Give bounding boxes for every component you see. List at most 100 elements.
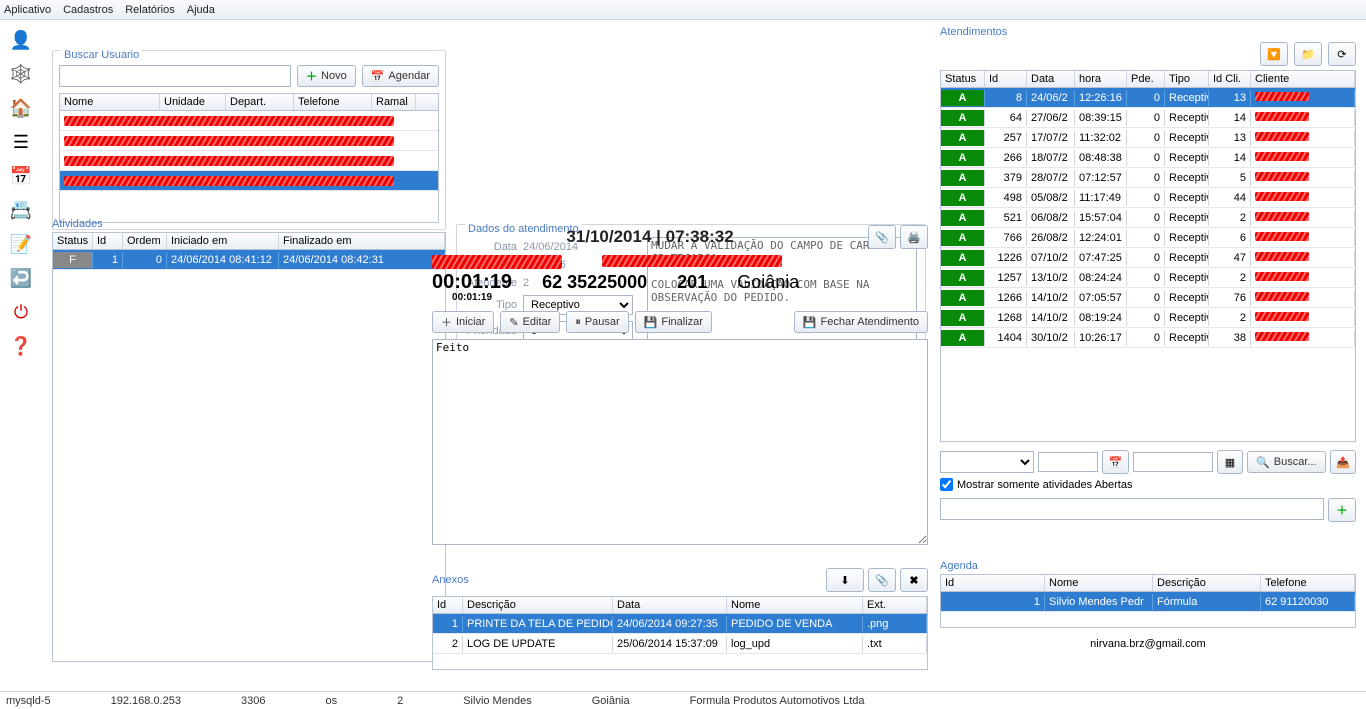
col-tdata[interactable]: Data [1027, 71, 1075, 87]
col-gid[interactable]: Id [941, 575, 1045, 591]
f-ip: 192.168.0.253 [111, 695, 181, 707]
col-tstatus[interactable]: Status [941, 71, 985, 87]
anexo-row[interactable]: 1PRINTE DA TELA DE PEDIDO24/06/2014 09:2… [433, 614, 927, 634]
notes-textarea[interactable] [432, 339, 928, 545]
col-tpde[interactable]: Pde. [1127, 71, 1165, 87]
city: Goiânia [737, 272, 799, 293]
col-ramal[interactable]: Ramal [372, 94, 416, 110]
user-add-icon[interactable]: 👤 [7, 26, 35, 54]
agenda-row[interactable]: 1 Silvio Mendes Pedr Fórmula 62 91120030 [941, 592, 1355, 612]
col-tcliente[interactable]: Cliente [1251, 71, 1355, 87]
contact-icon[interactable]: 📇 [7, 196, 35, 224]
col-telefone[interactable]: Telefone [294, 94, 372, 110]
clip-icon[interactable]: 📎 [868, 225, 896, 249]
col-unidade[interactable]: Unidade [160, 94, 226, 110]
user-row[interactable] [60, 171, 438, 191]
col-gdesc[interactable]: Descrição [1153, 575, 1261, 591]
note-icon[interactable]: 📝 [7, 230, 35, 258]
user-row[interactable] [60, 151, 438, 171]
atend-row[interactable]: A49805/08/211:17:490Receptiv44 [941, 188, 1355, 208]
finalizar-button[interactable]: 💾Finalizar [635, 311, 712, 333]
col-ordem[interactable]: Ordem [123, 233, 167, 249]
fechar-button[interactable]: 💾Fechar Atendimento [794, 311, 928, 333]
col-depart[interactable]: Depart. [226, 94, 294, 110]
anexo-row[interactable]: 2LOG DE UPDATE25/06/2014 15:37:09log_upd… [433, 634, 927, 654]
status-bar: mysqld-5 192.168.0.253 3306 os 2 Silvio … [0, 691, 1366, 709]
menu-ajuda[interactable]: Ajuda [187, 4, 215, 16]
atend-title: Atendimentos [940, 26, 1356, 38]
atend-row[interactable]: A6427/06/208:39:150Receptiv14 [941, 108, 1355, 128]
caller-email [602, 255, 782, 267]
atend-row[interactable]: A126614/10/207:05:570Receptiv76 [941, 288, 1355, 308]
iniciar-button[interactable]: ＋Iniciar [432, 311, 494, 333]
calendar-icon[interactable]: 📅 [7, 162, 35, 190]
print-icon[interactable]: 🖨️ [900, 225, 928, 249]
col-thora[interactable]: hora [1075, 71, 1127, 87]
atend-row[interactable]: A125713/10/208:24:240Receptiv2 [941, 268, 1355, 288]
atend-row[interactable]: A52106/08/215:57:040Receptiv2 [941, 208, 1355, 228]
col-adesc[interactable]: Descrição [463, 597, 613, 613]
col-ttipo[interactable]: Tipo [1165, 71, 1209, 87]
atend-row[interactable]: A140430/10/210:26:170Receptiv38 [941, 328, 1355, 348]
power-icon[interactable]: ⏻ [7, 298, 35, 326]
help-icon[interactable]: ❓ [7, 332, 35, 360]
cal-icon[interactable]: 📅 [1102, 450, 1128, 474]
pausar-button[interactable]: ⏸Pausar [566, 311, 628, 333]
col-tid[interactable]: Id [985, 71, 1027, 87]
org-icon[interactable]: 🕸️ [7, 60, 35, 88]
call-timer: 00:01:19 [432, 271, 512, 294]
folder-icon[interactable]: 📁 [1294, 42, 1322, 66]
exit-icon[interactable]: ↩️ [7, 264, 35, 292]
col-aext[interactable]: Ext. [863, 597, 927, 613]
atend-row[interactable]: A824/06/212:26:160Receptiv13 [941, 88, 1355, 108]
filter-icon[interactable]: 🔽 [1260, 42, 1288, 66]
mostrar-checkbox[interactable] [940, 478, 953, 491]
atend-row[interactable]: A25717/07/211:32:020Receptiv13 [941, 128, 1355, 148]
atend-row[interactable]: A122607/10/207:47:250Receptiv47 [941, 248, 1355, 268]
new-input[interactable] [940, 498, 1324, 520]
col-aid[interactable]: Id [433, 597, 463, 613]
add-icon[interactable]: ＋ [1328, 498, 1356, 522]
novo-button[interactable]: ＋Novo [297, 65, 356, 87]
list-icon[interactable]: ☰ [7, 128, 35, 156]
buscar-button[interactable]: 🔍Buscar... [1247, 451, 1326, 473]
attach-icon[interactable]: 📎 [868, 568, 896, 592]
atend-row[interactable]: A126814/10/208:19:240Receptiv2 [941, 308, 1355, 328]
atividade-row[interactable]: F 1 0 24/06/2014 08:41:12 24/06/2014 08:… [53, 250, 445, 270]
delete-icon[interactable]: ✖ [900, 568, 928, 592]
phone-number: 62 35225000 [542, 272, 647, 293]
col-finalizado[interactable]: Finalizado em [279, 233, 445, 249]
email-label: nirvana.brz@gmail.com [940, 638, 1356, 650]
col-iniciado[interactable]: Iniciado em [167, 233, 279, 249]
extension: 201 [677, 272, 707, 293]
atend-row[interactable]: A26618/07/208:48:380Receptiv14 [941, 148, 1355, 168]
col-nome[interactable]: Nome [60, 94, 160, 110]
search-input[interactable] [59, 65, 291, 87]
agendar-button[interactable]: 📅Agendar [362, 65, 439, 87]
user-row[interactable] [60, 131, 438, 151]
col-gtel[interactable]: Telefone [1261, 575, 1355, 591]
atend-row[interactable]: A37928/07/207:12:570Receptiv5 [941, 168, 1355, 188]
download-icon[interactable]: ⬇ [826, 568, 864, 592]
col-id[interactable]: Id [93, 233, 123, 249]
filter-select[interactable] [940, 451, 1034, 473]
date-input[interactable] [1038, 452, 1098, 472]
f-user: Silvio Mendes [463, 695, 531, 707]
col-anome[interactable]: Nome [727, 597, 863, 613]
user-row[interactable] [60, 111, 438, 131]
atividades-title: Atividades [52, 218, 446, 230]
grid-icon[interactable]: ▦ [1217, 450, 1243, 474]
col-gnome[interactable]: Nome [1045, 575, 1153, 591]
home-icon[interactable]: 🏠 [7, 94, 35, 122]
menu-relatorios[interactable]: Relatórios [125, 4, 175, 16]
export-icon[interactable]: 📤 [1330, 450, 1356, 474]
refresh-icon[interactable]: ⟳ [1328, 42, 1356, 66]
col-tidcli[interactable]: Id Cli. [1209, 71, 1251, 87]
menu-cadastros[interactable]: Cadastros [63, 4, 113, 16]
col-status[interactable]: Status [53, 233, 93, 249]
atend-row[interactable]: A76626/08/212:24:010Receptiv6 [941, 228, 1355, 248]
text-filter[interactable] [1133, 452, 1213, 472]
col-adata[interactable]: Data [613, 597, 727, 613]
editar-button[interactable]: ✎Editar [500, 311, 560, 333]
menu-aplicativo[interactable]: Aplicativo [4, 4, 51, 16]
